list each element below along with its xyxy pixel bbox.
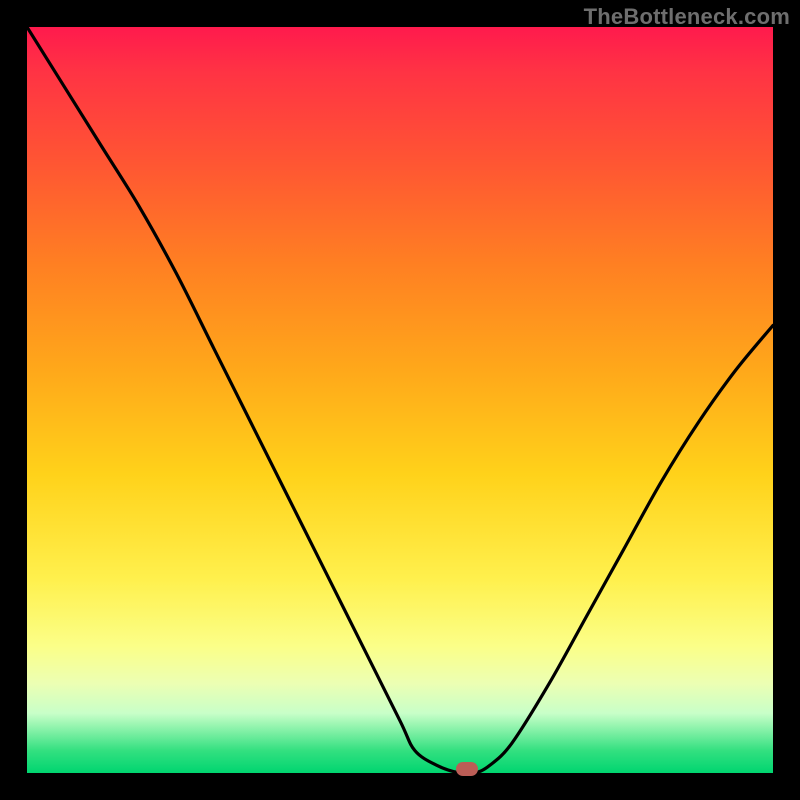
chart-frame: TheBottleneck.com bbox=[0, 0, 800, 800]
curve-path bbox=[27, 27, 773, 773]
bottleneck-curve bbox=[27, 27, 773, 773]
optimal-point-marker bbox=[456, 762, 478, 776]
plot-gradient-area bbox=[27, 27, 773, 773]
